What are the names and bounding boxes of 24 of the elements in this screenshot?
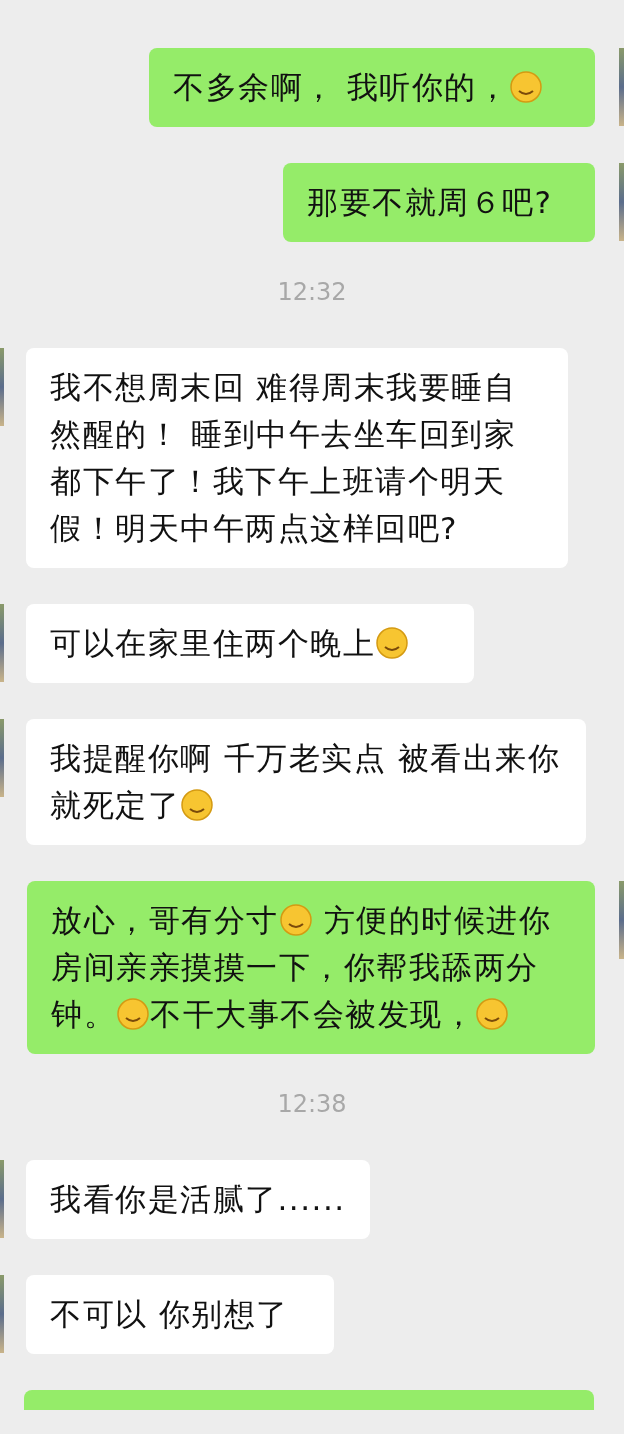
avatar[interactable] <box>0 1275 4 1353</box>
timestamp: 12:38 <box>277 1090 347 1118</box>
message-bubble: 不多余啊， 我听你的， <box>149 48 595 127</box>
avatar[interactable] <box>619 163 624 241</box>
emoji-icon <box>180 788 214 822</box>
message-bubble: 不可以 你别想了 <box>26 1275 334 1354</box>
avatar[interactable] <box>0 348 4 426</box>
message-bubble: 可以在家里住两个晚上 <box>26 604 474 683</box>
avatar[interactable] <box>0 719 4 797</box>
message-bubble: 那要不就周６吧? <box>283 163 595 242</box>
avatar[interactable] <box>619 48 624 126</box>
message-bubble: 我不想周末回 难得周末我要睡自然醒的！ 睡到中午去坐车回到家都下午了！我下午上班请个明天假！明天中午两点这样回吧? <box>26 348 568 568</box>
message-bubble: 我看你是活腻了...... <box>26 1160 370 1239</box>
emoji-icon <box>509 70 544 104</box>
timestamp: 12:32 <box>277 278 347 306</box>
emoji-icon <box>475 997 509 1031</box>
emoji-icon <box>375 626 409 660</box>
avatar[interactable] <box>0 604 4 682</box>
avatar[interactable] <box>0 1160 4 1238</box>
message-bubble: 我提醒你啊 千万老实点 被看出来你就死定了 <box>26 719 586 845</box>
emoji-icon <box>278 903 313 937</box>
emoji-icon <box>116 997 150 1031</box>
avatar[interactable] <box>619 881 624 959</box>
message-bubble: 放心，哥有分寸 方便的时候进你房间亲亲摸摸一下，你帮我舔两分钟。 不干大事不会被发现， <box>27 881 595 1054</box>
